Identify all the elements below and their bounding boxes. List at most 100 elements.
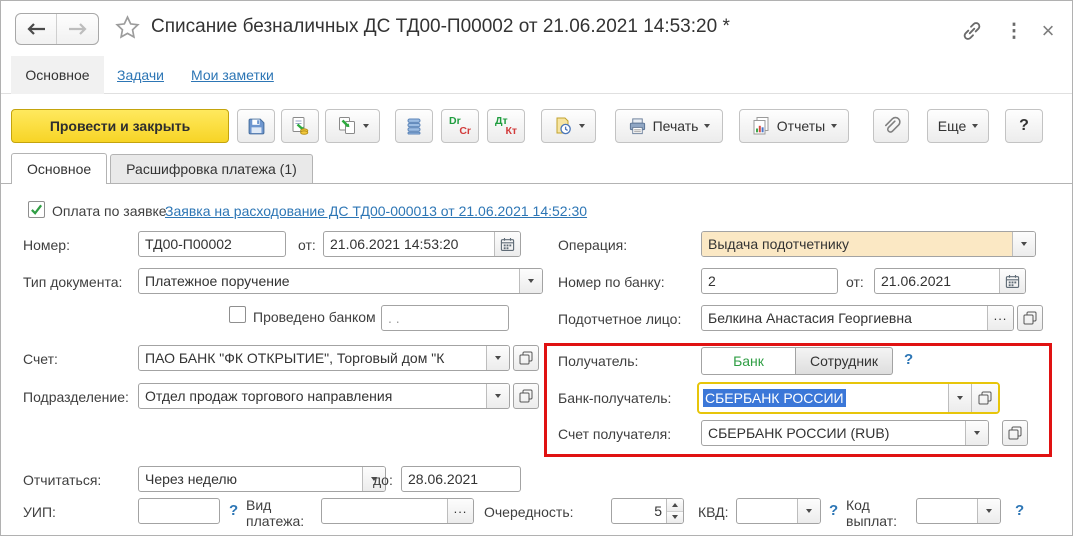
print-button[interactable]: Печать xyxy=(615,109,723,143)
account-value[interactable]: ПАО БАНК "ФК ОТКРЫТИЕ", Торговый дом "К xyxy=(139,346,486,370)
recipient-bank-dropdown-button[interactable] xyxy=(948,384,971,412)
section-nav: Основное Задачи Мои заметки xyxy=(1,56,1072,94)
uip-input[interactable] xyxy=(138,498,220,524)
bank-date-calendar-button[interactable] xyxy=(999,269,1025,293)
payout-code-dropdown-button[interactable] xyxy=(977,499,1000,523)
payout-code-input[interactable] xyxy=(917,499,977,523)
chevron-up-icon xyxy=(672,502,678,507)
bank-processed-label: Проведено банком xyxy=(253,309,376,325)
more-actions-button[interactable]: Еще xyxy=(927,109,989,143)
date-field xyxy=(323,231,521,257)
bank-number-input[interactable] xyxy=(701,268,838,294)
accountable-select-button[interactable]: ... xyxy=(987,306,1013,330)
bank-processed-date-input[interactable] xyxy=(381,305,509,331)
report-until-input[interactable] xyxy=(401,466,521,492)
back-icon xyxy=(27,23,45,35)
operation-dropdown-button[interactable] xyxy=(1012,232,1035,256)
account-field: ПАО БАНК "ФК ОТКРЫТИЕ", Торговый дом "К xyxy=(138,345,510,371)
get-link-button[interactable] xyxy=(959,18,985,44)
report-due-value[interactable]: Через неделю xyxy=(139,467,362,491)
recipient-account-open-button[interactable] xyxy=(1002,420,1028,446)
chevron-down-icon xyxy=(672,515,678,520)
drcr-button[interactable]: Dr Cr xyxy=(441,109,479,143)
save-button[interactable] xyxy=(237,109,275,143)
payout-code-help[interactable]: ? xyxy=(1015,502,1024,519)
recipient-bank-input[interactable]: СБЕРБАНК РОССИИ xyxy=(699,384,948,412)
dtkt-button[interactable]: Дт Кт xyxy=(487,109,525,143)
post-document-button[interactable] xyxy=(281,109,319,143)
report-due-label: Отчитаться: xyxy=(23,472,102,488)
account-dropdown-button[interactable] xyxy=(486,346,509,370)
tab-payment-breakdown[interactable]: Расшифровка платежа (1) xyxy=(110,154,313,183)
save-icon xyxy=(248,118,264,134)
priority-input[interactable] xyxy=(612,499,666,523)
forward-button[interactable] xyxy=(57,14,98,44)
recipient-bank-open-button[interactable] xyxy=(971,384,998,412)
kvd-help[interactable]: ? xyxy=(829,502,838,519)
favorite-star-icon[interactable] xyxy=(114,14,141,41)
spin-down-button[interactable] xyxy=(667,511,683,523)
tab-main[interactable]: Основное xyxy=(11,153,108,184)
bank-processed-checkbox[interactable] xyxy=(229,306,246,323)
recipient-toggle-employee[interactable]: Сотрудник xyxy=(796,347,893,375)
nav-item-main[interactable]: Основное xyxy=(11,56,104,94)
reports-button[interactable]: Отчеты xyxy=(739,109,849,143)
number-input[interactable] xyxy=(138,231,286,257)
payment-request-link[interactable]: Заявка на расходование ДС ТД00-000013 от… xyxy=(165,203,587,219)
payment-request-checkbox[interactable] xyxy=(28,201,45,218)
report-chart-icon xyxy=(753,117,769,135)
document-tabstrip: Основное Расшифровка платежа (1) xyxy=(1,153,1072,184)
recipient-account-value[interactable]: СБЕРБАНК РОССИИ (RUB) xyxy=(702,421,965,445)
date-input[interactable] xyxy=(324,232,494,256)
link-icon xyxy=(963,22,981,40)
close-icon: × xyxy=(1041,18,1055,43)
department-open-button[interactable] xyxy=(513,383,539,409)
date-calendar-button[interactable] xyxy=(494,232,520,256)
accountable-value[interactable]: Белкина Анастасия Георгиевна xyxy=(702,306,987,330)
printer-icon xyxy=(629,117,645,134)
attachments-button[interactable] xyxy=(873,109,909,143)
open-icon xyxy=(1023,311,1037,325)
spin-up-button[interactable] xyxy=(667,499,683,512)
doc-type-value[interactable]: Платежное поручение xyxy=(139,269,519,293)
bank-date-input[interactable] xyxy=(875,269,999,293)
help-button[interactable]: ? xyxy=(1005,109,1043,143)
accountable-open-button[interactable] xyxy=(1017,305,1043,331)
close-button[interactable]: × xyxy=(1035,18,1061,44)
doc-type-dropdown-button[interactable] xyxy=(519,269,542,293)
payment-kind-input[interactable] xyxy=(322,499,447,523)
operation-value[interactable]: Выдача подотчетнику xyxy=(702,232,1012,256)
payment-request-label: Оплата по заявке xyxy=(52,203,167,219)
recipient-label: Получатель: xyxy=(558,353,639,369)
uip-help[interactable]: ? xyxy=(229,502,238,519)
question-icon: ? xyxy=(1019,117,1029,134)
schedule-button[interactable] xyxy=(541,109,596,143)
menu-button[interactable]: ⋮ xyxy=(1001,18,1027,44)
forward-icon xyxy=(68,23,87,35)
post-document-icon xyxy=(292,117,309,135)
registers-button[interactable] xyxy=(395,109,433,143)
kvd-dropdown-button[interactable] xyxy=(797,499,820,523)
back-button[interactable] xyxy=(16,14,57,44)
department-field: Отдел продаж торгового направления xyxy=(138,383,510,409)
register-icon xyxy=(407,118,421,134)
create-based-on-button[interactable] xyxy=(325,109,380,143)
nav-item-notes[interactable]: Мои заметки xyxy=(191,56,274,94)
nav-item-tasks[interactable]: Задачи xyxy=(117,56,164,94)
payout-code-field xyxy=(916,498,1001,524)
department-value[interactable]: Отдел продаж торгового направления xyxy=(139,384,486,408)
department-dropdown-button[interactable] xyxy=(486,384,509,408)
kvd-input[interactable] xyxy=(737,499,797,523)
operation-label: Операция: xyxy=(558,237,628,253)
document-window: Списание безналичных ДС ТД00-П00002 от 2… xyxy=(0,0,1073,536)
chevron-down-icon xyxy=(986,509,992,513)
account-label: Счет: xyxy=(23,351,58,367)
recipient-help[interactable]: ? xyxy=(904,351,913,368)
recipient-toggle-bank[interactable]: Банк xyxy=(701,347,796,375)
account-open-button[interactable] xyxy=(513,345,539,371)
recipient-account-dropdown-button[interactable] xyxy=(965,421,988,445)
post-and-close-button[interactable]: Провести и закрыть xyxy=(11,109,229,143)
payment-kind-select-button[interactable]: ... xyxy=(447,499,473,523)
bank-number-label: Номер по банку: xyxy=(558,274,665,290)
paperclip-icon xyxy=(885,116,901,133)
